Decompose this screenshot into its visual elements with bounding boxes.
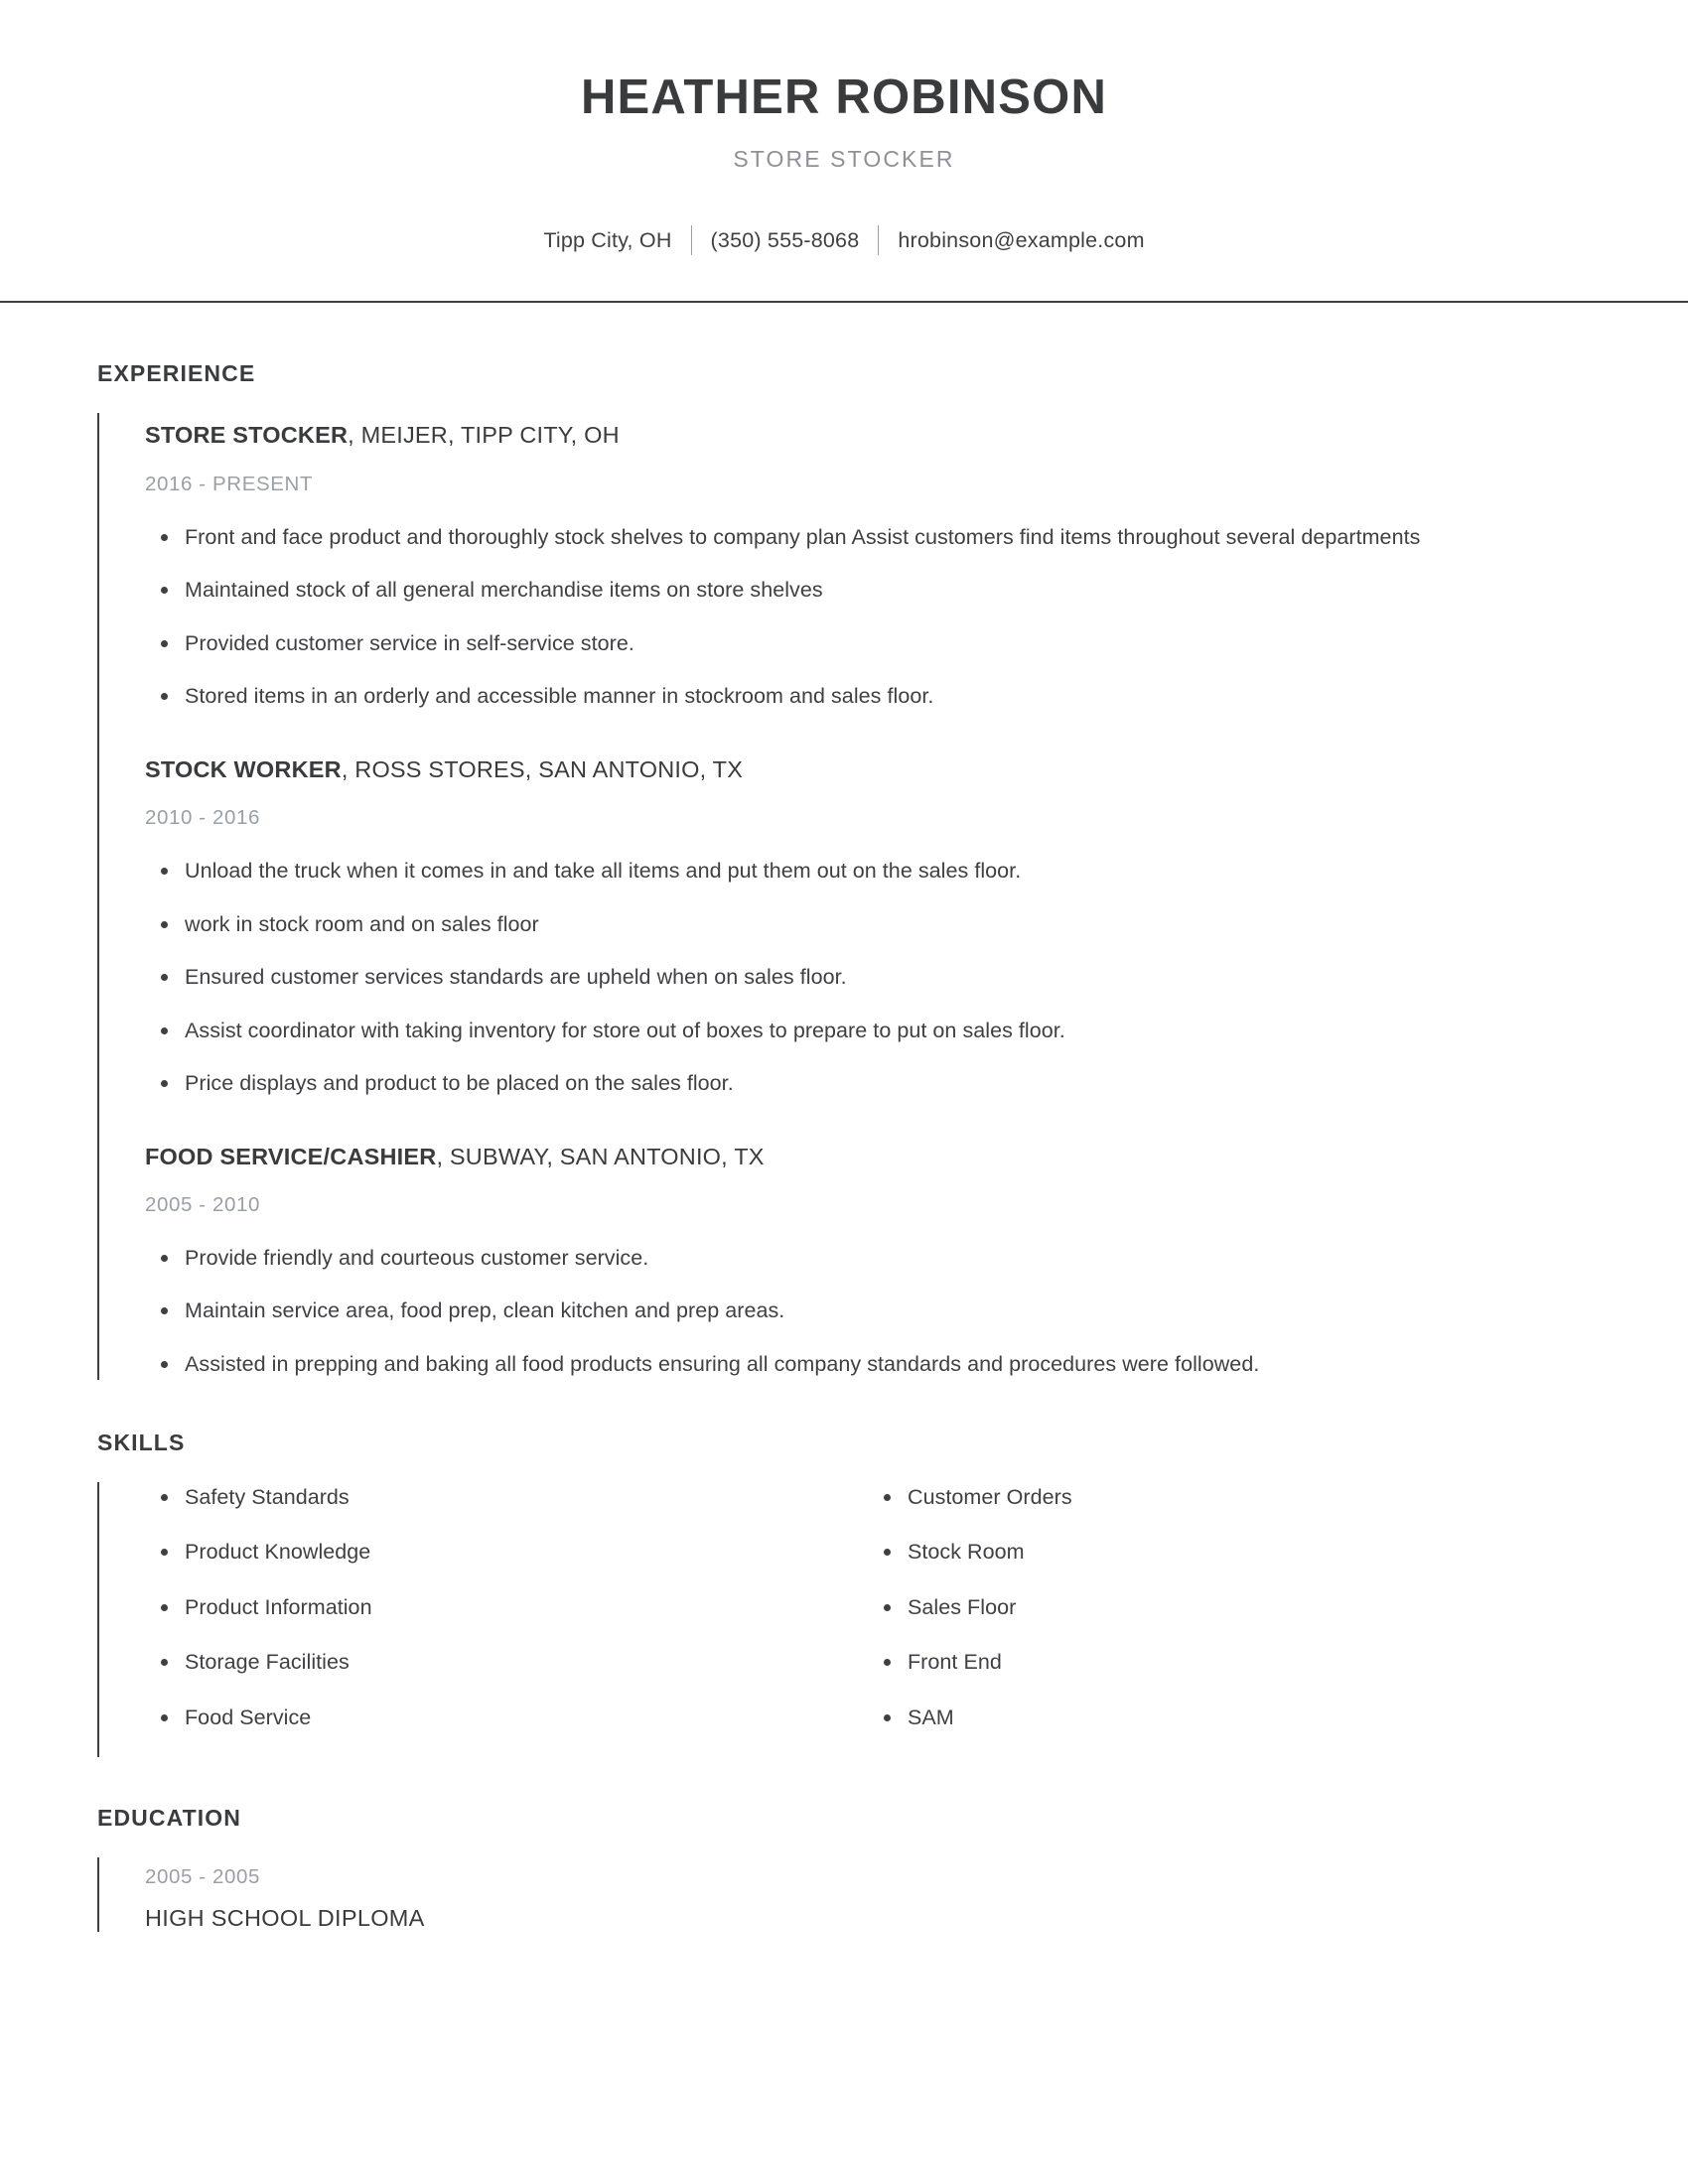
list-item: Maintained stock of all general merchand… xyxy=(145,575,1591,606)
list-item: Price displays and product to be placed … xyxy=(145,1068,1591,1099)
experience-bullets: Front and face product and thoroughly st… xyxy=(145,522,1591,712)
list-item: Product Information xyxy=(145,1592,868,1623)
experience-date: 2016 - PRESENT xyxy=(145,472,314,495)
experience-heading: EXPERIENCE xyxy=(97,360,256,387)
list-item: Unload the truck when it comes in and ta… xyxy=(145,856,1591,887)
contact-line: Tipp City, OH (350) 555-8068 hrobinson@e… xyxy=(0,225,1688,256)
list-item: Provide friendly and courteous customer … xyxy=(145,1243,1591,1274)
resume-page: HEATHER ROBINSON STORE STOCKER Tipp City… xyxy=(0,0,1688,2184)
list-item: SAM xyxy=(868,1703,1591,1733)
contact-email: hrobinson@example.com xyxy=(898,227,1145,252)
list-item: Provided customer service in self-servic… xyxy=(145,628,1591,659)
experience-entry: STORE STOCKER, MEIJER, TIPP CITY, OH 201… xyxy=(145,413,1591,711)
list-item: work in stock room and on sales floor xyxy=(145,909,1591,940)
experience-entry: STOCK WORKER, ROSS STORES, SAN ANTONIO, … xyxy=(145,712,1591,1099)
list-item: Assisted in prepping and baking all food… xyxy=(145,1349,1591,1380)
experience-org: , SUBWAY, SAN ANTONIO, TX xyxy=(436,1143,765,1169)
education-heading: EDUCATION xyxy=(97,1805,241,1832)
skills-list-left: Safety Standards Product Knowledge Produ… xyxy=(145,1482,868,1733)
skills-section: SKILLS Safety Standards Product Knowledg… xyxy=(97,1380,1591,1758)
experience-entry-title: STORE STOCKER, MEIJER, TIPP CITY, OH xyxy=(145,421,1591,450)
experience-bullets: Provide friendly and courteous customer … xyxy=(145,1243,1591,1380)
resume-body: EXPERIENCE STORE STOCKER, MEIJER, TIPP C… xyxy=(0,303,1688,1933)
contact-phone: (350) 555-8068 xyxy=(710,227,860,252)
list-item: Stock Room xyxy=(868,1537,1591,1568)
list-item: Food Service xyxy=(145,1703,868,1733)
experience-entries: STORE STOCKER, MEIJER, TIPP CITY, OH 201… xyxy=(97,413,1591,1380)
list-item: Stored items in an orderly and accessibl… xyxy=(145,681,1591,712)
experience-role: STOCK WORKER xyxy=(145,755,342,782)
experience-org: , ROSS STORES, SAN ANTONIO, TX xyxy=(341,755,744,782)
list-item: Assist coordinator with taking inventory… xyxy=(145,1016,1591,1046)
list-item: Safety Standards xyxy=(145,1482,868,1513)
experience-entry-title: FOOD SERVICE/CASHIER, SUBWAY, SAN ANTONI… xyxy=(145,1143,1591,1171)
experience-date: 2010 - 2016 xyxy=(145,806,261,829)
list-item: Maintain service area, food prep, clean … xyxy=(145,1296,1591,1326)
header-job-title: STORE STOCKER xyxy=(733,145,955,172)
experience-org: , MEIJER, TIPP CITY, OH xyxy=(348,422,620,449)
education-section: EDUCATION 2005 - 2005 HIGH SCHOOL DIPLOM… xyxy=(97,1757,1591,1933)
contact-separator-icon xyxy=(878,225,880,256)
page-title: HEATHER ROBINSON xyxy=(580,70,1108,124)
education-date: 2005 - 2005 xyxy=(145,1865,261,1889)
list-item: Storage Facilities xyxy=(145,1647,868,1678)
contact-separator-icon xyxy=(690,225,692,256)
experience-role: FOOD SERVICE/CASHIER xyxy=(145,1143,437,1169)
skills-column-right: Customer Orders Stock Room Sales Floor F… xyxy=(868,1482,1591,1758)
list-item: Ensured customer services standards are … xyxy=(145,962,1591,993)
education-entries: 2005 - 2005 HIGH SCHOOL DIPLOMA xyxy=(97,1857,1591,1933)
contact-location: Tipp City, OH xyxy=(543,227,672,252)
experience-section: EXPERIENCE STORE STOCKER, MEIJER, TIPP C… xyxy=(97,303,1591,1380)
list-item: Sales Floor xyxy=(868,1592,1591,1623)
experience-role: STORE STOCKER xyxy=(145,422,349,449)
list-item: Customer Orders xyxy=(868,1482,1591,1513)
experience-entry: FOOD SERVICE/CASHIER, SUBWAY, SAN ANTONI… xyxy=(145,1099,1591,1380)
experience-date: 2005 - 2010 xyxy=(145,1192,261,1216)
skills-columns: Safety Standards Product Knowledge Produ… xyxy=(145,1482,1591,1758)
skills-column-left: Safety Standards Product Knowledge Produ… xyxy=(145,1482,868,1758)
resume-header: HEATHER ROBINSON STORE STOCKER Tipp City… xyxy=(0,0,1688,304)
skills-heading: SKILLS xyxy=(97,1429,186,1455)
list-item: Front and face product and thoroughly st… xyxy=(145,522,1591,553)
skills-list-right: Customer Orders Stock Room Sales Floor F… xyxy=(868,1482,1591,1733)
skills-body: Safety Standards Product Knowledge Produ… xyxy=(97,1481,1591,1758)
experience-bullets: Unload the truck when it comes in and ta… xyxy=(145,856,1591,1099)
education-degree: HIGH SCHOOL DIPLOMA xyxy=(145,1905,425,1932)
experience-entry-title: STOCK WORKER, ROSS STORES, SAN ANTONIO, … xyxy=(145,755,1591,784)
education-entry: 2005 - 2005 HIGH SCHOOL DIPLOMA xyxy=(145,1857,1591,1932)
list-item: Product Knowledge xyxy=(145,1537,868,1568)
list-item: Front End xyxy=(868,1647,1591,1678)
